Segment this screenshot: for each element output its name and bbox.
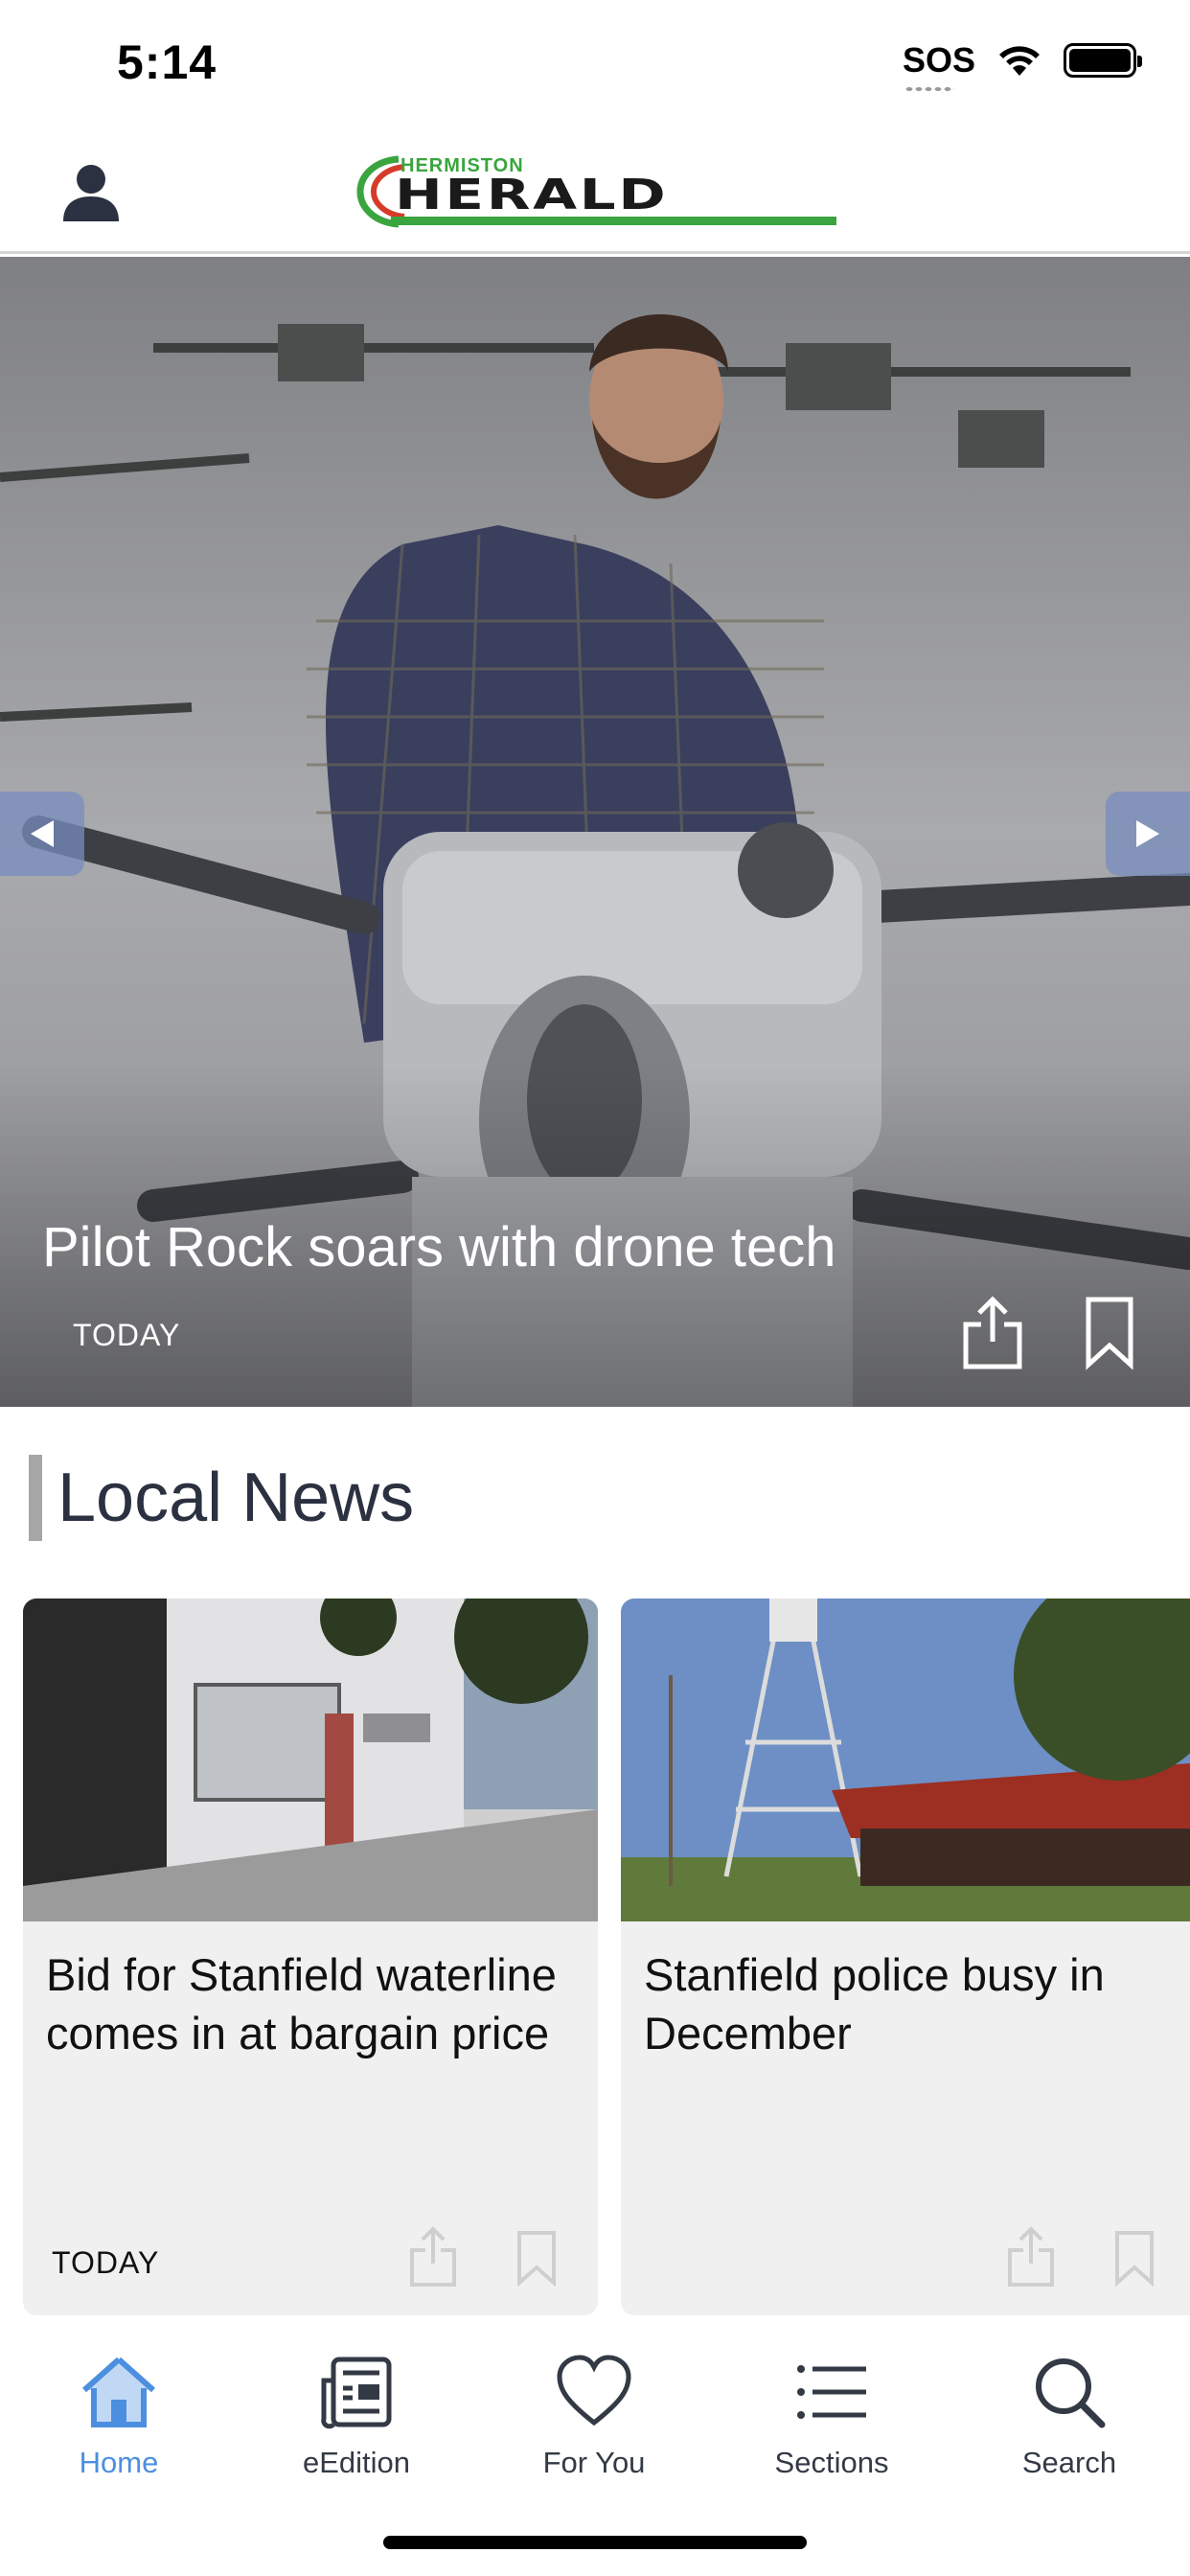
status-indicators: SOS xyxy=(902,40,1142,92)
carousel-prev-button[interactable] xyxy=(0,792,84,876)
tab-eedition[interactable]: eEdition xyxy=(261,2352,452,2480)
tab-label: Sections xyxy=(774,2446,889,2479)
tab-sections[interactable]: Sections xyxy=(736,2352,927,2480)
hero-headline[interactable]: Pilot Rock soars with drone tech xyxy=(42,1215,835,1279)
sos-label: SOS xyxy=(902,40,975,80)
bookmark-icon[interactable] xyxy=(1113,2229,1156,2287)
home-indicator[interactable] xyxy=(383,2536,807,2549)
sos-indicator: SOS xyxy=(902,40,975,92)
chevron-right-icon xyxy=(1136,820,1159,847)
section-accent-bar xyxy=(29,1455,42,1541)
status-bar: 5:14 SOS xyxy=(0,0,1190,129)
home-icon xyxy=(82,2357,155,2427)
chevron-left-icon xyxy=(31,820,54,847)
card-headline[interactable]: Stanfield police busy in December xyxy=(644,1945,1161,2062)
news-card[interactable]: Bid for Stanfield waterline comes in at … xyxy=(23,1598,598,2315)
herald-logo[interactable]: HERMISTON HERALD xyxy=(355,153,838,230)
card-headline[interactable]: Bid for Stanfield waterline comes in at … xyxy=(46,1945,563,2062)
tab-label: For You xyxy=(542,2446,646,2479)
share-icon[interactable] xyxy=(958,1294,1027,1370)
share-icon[interactable] xyxy=(1006,2225,1056,2288)
heart-icon xyxy=(557,2355,631,2426)
battery-icon xyxy=(1064,43,1142,78)
app-header: HERMISTON HERALD xyxy=(0,129,1190,254)
wifi-icon xyxy=(999,46,1040,76)
tab-search[interactable]: Search xyxy=(973,2352,1165,2480)
hero-date: TODAY xyxy=(73,1318,181,1352)
carousel-next-button[interactable] xyxy=(1106,792,1190,876)
card-date: TODAY xyxy=(52,2245,160,2280)
news-card[interactable]: Stanfield police busy in December xyxy=(621,1598,1190,2315)
newspaper-icon xyxy=(321,2357,392,2429)
hero-carousel[interactable]: Pilot Rock soars with drone tech TODAY xyxy=(0,257,1190,1407)
search-icon xyxy=(1036,2358,1106,2428)
card-photo[interactable] xyxy=(621,1598,1190,1921)
logo-underline xyxy=(391,217,836,225)
list-icon xyxy=(797,2365,866,2419)
section-heading: Local News xyxy=(29,1455,414,1541)
tab-home[interactable]: Home xyxy=(23,2352,215,2480)
person-icon[interactable] xyxy=(57,160,125,227)
tab-label: eEdition xyxy=(302,2446,411,2479)
tab-label: Search xyxy=(1021,2446,1117,2479)
bookmark-icon[interactable] xyxy=(1083,1294,1136,1370)
section-title: Local News xyxy=(57,1460,415,1536)
logo-main-text: HERALD xyxy=(395,171,669,219)
bookmark-icon[interactable] xyxy=(515,2229,558,2287)
signal-dots-icon xyxy=(904,86,954,92)
tab-for-you[interactable]: For You xyxy=(498,2352,690,2480)
tab-label: Home xyxy=(79,2446,159,2479)
status-time: 5:14 xyxy=(117,35,217,89)
card-photo[interactable] xyxy=(23,1598,598,1921)
share-icon[interactable] xyxy=(408,2225,458,2288)
